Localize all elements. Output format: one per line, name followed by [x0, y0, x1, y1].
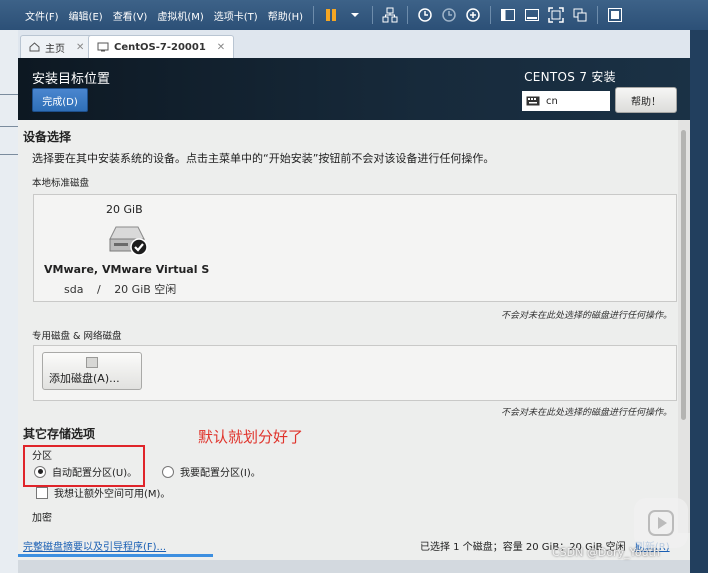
menu-tabs[interactable]: 选项卡(T): [209, 8, 263, 23]
keyboard-layout-indicator[interactable]: cn: [522, 91, 610, 111]
snapshot-manager-icon[interactable]: [464, 6, 482, 24]
menu-view[interactable]: 查看(V): [108, 8, 153, 23]
partition-label: 分区: [32, 451, 52, 462]
stretch-view-icon[interactable]: [606, 6, 624, 24]
manual-partition-label: 我要配置分区(I)。: [180, 468, 261, 479]
host-divider: [0, 126, 18, 127]
csdn-watermark: CSDN @Dory_Youth: [552, 546, 660, 559]
scrollbar-thumb[interactable]: [681, 130, 686, 420]
local-disks-panel: 20 GiB VMware, VMware Virtual S sda / 20…: [33, 194, 677, 302]
tab-centos-label: CentOS-7-20001: [114, 41, 206, 53]
hard-disk-icon: [109, 226, 148, 256]
vmware-status-bar: [18, 560, 690, 573]
device-selection-description: 选择要在其中安装系统的设备。点击主菜单中的“开始安装”按钮前不会对该设备进行任何…: [32, 152, 495, 165]
help-button[interactable]: 帮助！: [615, 87, 677, 113]
video-play-overlay[interactable]: [634, 498, 688, 548]
other-options-heading: 其它存储选项: [23, 427, 96, 441]
local-disks-note: 不会对未在此处选择的磁盘进行任何操作。: [500, 311, 672, 321]
full-disk-summary-link[interactable]: 完整磁盘摘要以及引导程序(F)...: [23, 538, 166, 553]
checkbox-unchecked-icon: [36, 486, 48, 499]
annotation-text: 默认就划分好了: [198, 428, 304, 446]
keyboard-layout-label: cn: [546, 95, 558, 107]
toolbar-separator: [490, 6, 492, 24]
disk-card-sda[interactable]: 20 GiB VMware, VMware Virtual S sda / 20…: [34, 195, 214, 301]
installer-header: 安装目标位置 完成(D) CENTOS 7 安装 cn 帮助！: [18, 58, 690, 120]
radio-unselected-icon: [162, 465, 174, 478]
menu-edit[interactable]: 编辑(E): [64, 8, 108, 23]
installer-content: 设备选择 选择要在其中安装系统的设备。点击主菜单中的“开始安装”按钮前不会对该设…: [18, 120, 678, 573]
toolbar-separator: [372, 6, 374, 24]
vm-console[interactable]: 安装目标位置 完成(D) CENTOS 7 安装 cn 帮助！ 设备选择 选择要…: [18, 58, 690, 573]
specialized-disks-panel: 添加磁盘(A)...: [33, 345, 677, 401]
page-title: 安装目标位置: [32, 72, 111, 87]
add-disk-button[interactable]: 添加磁盘(A)...: [42, 352, 142, 390]
os-name: CENTOS 7 安装: [524, 70, 616, 84]
menu-help[interactable]: 帮助(H): [263, 8, 308, 23]
done-button[interactable]: 完成(D): [32, 88, 88, 112]
play-icon: [648, 510, 674, 536]
tab-home-label: 主页: [45, 43, 65, 55]
disk-separator: /: [96, 283, 101, 296]
sidebar-view-icon[interactable]: [499, 6, 517, 24]
toolbar-separator: [597, 6, 599, 24]
specialized-disks-note: 不会对未在此处选择的磁盘进行任何操作。: [500, 408, 672, 418]
specialized-disks-label: 专用磁盘 & 网络磁盘: [32, 331, 122, 342]
disk-name: VMware, VMware Virtual S: [44, 263, 210, 276]
vmware-menubar: 文件(F) 编辑(E) 查看(V) 虚拟机(M) 选项卡(T) 帮助(H): [0, 0, 708, 30]
console-view-icon[interactable]: [523, 6, 541, 24]
restore-snapshot-icon[interactable]: [440, 6, 458, 24]
extra-space-checkbox[interactable]: 我想让额外空间可用(M)。: [36, 485, 170, 500]
vm-icon: [97, 42, 109, 52]
extra-space-label: 我想让额外空间可用(M)。: [54, 489, 171, 500]
manual-partition-radio[interactable]: 我要配置分区(I)。: [162, 464, 261, 479]
auto-partition-radio[interactable]: 自动配置分区(U)。: [34, 464, 137, 479]
close-icon[interactable]: ✕: [217, 42, 225, 53]
add-disk-label: 添加磁盘(A)...: [49, 372, 120, 385]
menu-file[interactable]: 文件(F): [0, 8, 64, 23]
tab-home[interactable]: 主页 ✕: [20, 35, 94, 58]
disk-device: sda: [64, 283, 84, 296]
loading-progress-bar: [18, 554, 213, 557]
unity-icon[interactable]: [571, 6, 589, 24]
menu-vm[interactable]: 虚拟机(M): [152, 8, 208, 23]
close-icon[interactable]: ✕: [76, 42, 84, 53]
network-icon[interactable]: [381, 6, 399, 24]
content-scrollbar[interactable]: [678, 120, 690, 545]
tab-centos[interactable]: CentOS-7-20001 ✕: [88, 35, 235, 58]
toolbar-separator: [313, 6, 315, 24]
disk-free-space: 20 GiB 空闲: [114, 283, 177, 296]
host-desktop-strip: [0, 30, 18, 573]
chevron-down-icon[interactable]: [346, 6, 364, 24]
device-selection-heading: 设备选择: [23, 130, 72, 144]
fullscreen-icon[interactable]: [547, 6, 565, 24]
host-divider: [0, 94, 18, 95]
vm-tabbar: 主页 ✕ CentOS-7-20001 ✕: [18, 30, 690, 59]
disk-device-info: sda / 20 GiB 空闲: [64, 281, 176, 297]
host-divider: [0, 154, 18, 155]
add-disk-icon: [86, 357, 98, 368]
pause-icon[interactable]: [322, 6, 340, 24]
radio-selected-icon: [34, 465, 46, 478]
snapshot-icon[interactable]: [416, 6, 434, 24]
auto-partition-label: 自动配置分区(U)。: [52, 468, 138, 479]
home-icon: [29, 42, 40, 52]
local-disks-label: 本地标准磁盘: [32, 178, 90, 189]
host-desktop-strip-right: [690, 30, 708, 573]
toolbar-separator: [407, 6, 409, 24]
disk-size: 20 GiB: [106, 203, 143, 216]
keyboard-icon: [526, 96, 540, 106]
encryption-label: 加密: [32, 513, 52, 524]
